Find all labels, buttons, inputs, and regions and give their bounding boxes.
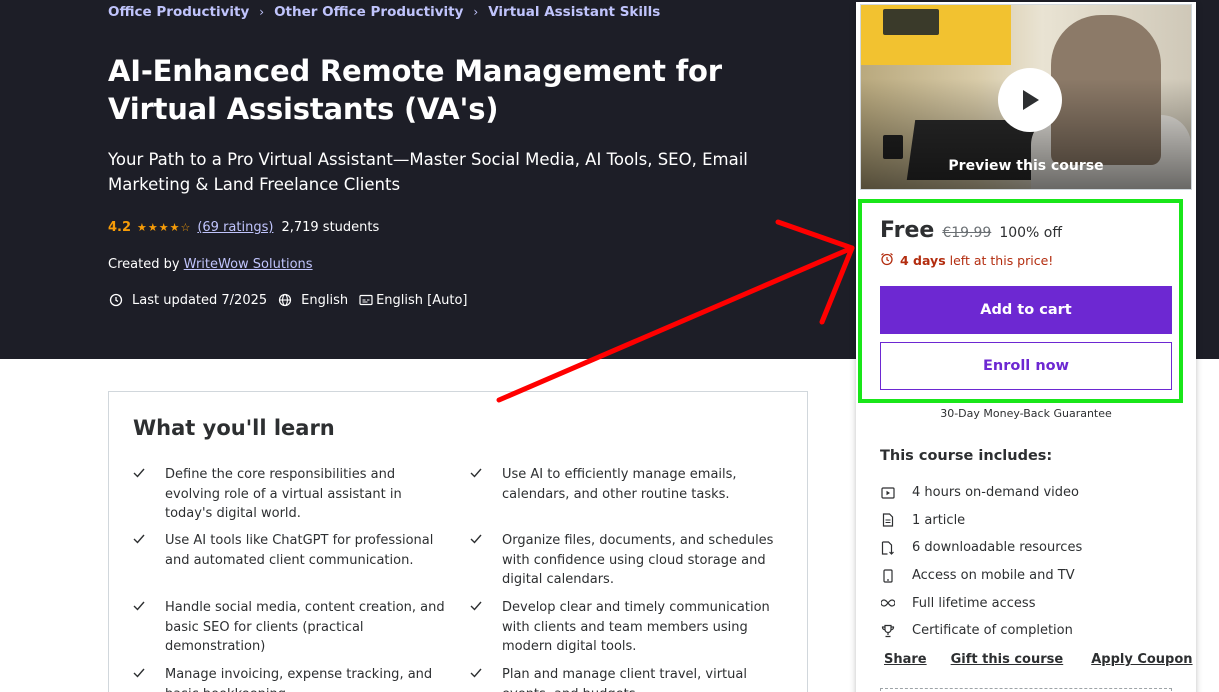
learn-item-text: Use AI to efficiently manage emails, cal… [502, 467, 737, 502]
include-label: Access on mobile and TV [912, 568, 1075, 584]
mobile-icon [880, 568, 896, 584]
list-item: Certificate of completion [880, 617, 1082, 645]
learn-item: Manage invoicing, expense tracking, and … [133, 665, 445, 692]
apply-coupon-link[interactable]: Apply Coupon [1091, 652, 1192, 667]
list-item: 1 article [880, 507, 1082, 535]
star-rating-icon: ★★★★☆ [137, 221, 192, 234]
check-icon [470, 465, 502, 504]
learn-item: Plan and manage client travel, virtual e… [470, 665, 782, 692]
list-item: Full lifetime access [880, 589, 1082, 617]
include-label: Certificate of completion [912, 623, 1073, 639]
learn-item: Use AI to efficiently manage emails, cal… [470, 465, 782, 504]
alert-clock-icon [108, 292, 124, 308]
learn-item-text: Define the core responsibilities and evo… [165, 467, 402, 521]
play-icon[interactable] [998, 68, 1062, 132]
check-icon [470, 665, 502, 692]
coupon-box [880, 688, 1172, 692]
learn-item: Handle social media, content creation, a… [133, 598, 445, 657]
video-icon [880, 485, 896, 501]
preview-label: Preview this course [948, 158, 1104, 174]
include-label: 4 hours on-demand video [912, 485, 1079, 501]
check-icon [470, 531, 502, 590]
breadcrumb-other-office-productivity[interactable]: Other Office Productivity [274, 4, 463, 20]
breadcrumb: Office Productivity › Other Office Produ… [108, 4, 660, 20]
includes-title: This course includes: [880, 448, 1053, 464]
check-icon [470, 598, 502, 657]
sidebar-links: Share Gift this course Apply Coupon [884, 652, 1193, 667]
learn-item-text: Handle social media, content creation, a… [165, 600, 445, 654]
include-label: 6 downloadable resources [912, 540, 1083, 556]
learn-item-text: Develop clear and timely communication w… [502, 600, 770, 654]
learn-item: Develop clear and timely communication w… [470, 598, 782, 657]
article-icon [880, 512, 896, 528]
created-by: Created by WriteWow Solutions [108, 257, 313, 272]
chevron-right-icon: › [473, 5, 479, 19]
infinity-icon [880, 595, 896, 611]
what-you-will-learn: What you'll learn Define the core respon… [108, 391, 808, 692]
learn-title: What you'll learn [133, 416, 335, 440]
learn-item: Organize files, documents, and schedules… [470, 531, 782, 590]
course-subtitle: Your Path to a Pro Virtual Assistant—Mas… [108, 150, 748, 194]
created-by-label: Created by [108, 257, 180, 272]
check-icon [133, 598, 165, 657]
list-item: 6 downloadable resources [880, 534, 1082, 562]
chevron-right-icon: › [259, 5, 265, 19]
purchase-sidebar: Preview this course Free €19.99 100% off… [856, 2, 1196, 692]
share-link[interactable]: Share [884, 652, 927, 667]
course-title: AI-Enhanced Remote Management for Virtua… [108, 54, 722, 126]
list-item: 4 hours on-demand video [880, 479, 1082, 507]
learn-item-text: Use AI tools like ChatGPT for profession… [165, 533, 434, 568]
list-item: Access on mobile and TV [880, 562, 1082, 590]
includes-list: 4 hours on-demand video 1 article 6 down… [880, 479, 1082, 645]
learn-item: Define the core responsibilities and evo… [133, 465, 445, 524]
students-count: 2,719 students [281, 220, 380, 235]
learn-item-text: Organize files, documents, and schedules… [502, 533, 774, 587]
highlight-box [858, 199, 1183, 403]
download-icon [880, 540, 896, 556]
breadcrumb-virtual-assistant-skills[interactable]: Virtual Assistant Skills [488, 4, 660, 20]
gift-course-link[interactable]: Gift this course [951, 652, 1064, 667]
course-meta: Last updated 7/2025 English English [Aut… [108, 292, 468, 308]
include-label: 1 article [912, 512, 966, 528]
rating-value: 4.2 [108, 220, 132, 235]
rating-row: 4.2 ★★★★☆ (69 ratings) 2,719 students [108, 220, 379, 235]
learn-item-text: Manage invoicing, expense tracking, and … [165, 667, 433, 692]
course-captions: English [Auto] [376, 292, 468, 308]
learn-item-text: Plan and manage client travel, virtual e… [502, 667, 747, 692]
learn-item: Use AI tools like ChatGPT for profession… [133, 531, 445, 570]
closed-captions-icon [358, 292, 374, 308]
trophy-icon [880, 623, 896, 639]
course-language: English [301, 292, 349, 308]
check-icon [133, 531, 165, 570]
check-icon [133, 465, 165, 524]
author-link[interactable]: WriteWow Solutions [184, 257, 313, 272]
last-updated: Last updated 7/2025 [132, 292, 268, 308]
course-preview[interactable]: Preview this course [860, 4, 1192, 190]
include-label: Full lifetime access [912, 595, 1036, 611]
globe-icon [277, 292, 293, 308]
money-back-guarantee: 30-Day Money-Back Guarantee [940, 407, 1112, 420]
breadcrumb-office-productivity[interactable]: Office Productivity [108, 4, 249, 20]
check-icon [133, 665, 165, 692]
ratings-count-link[interactable]: (69 ratings) [197, 220, 273, 235]
